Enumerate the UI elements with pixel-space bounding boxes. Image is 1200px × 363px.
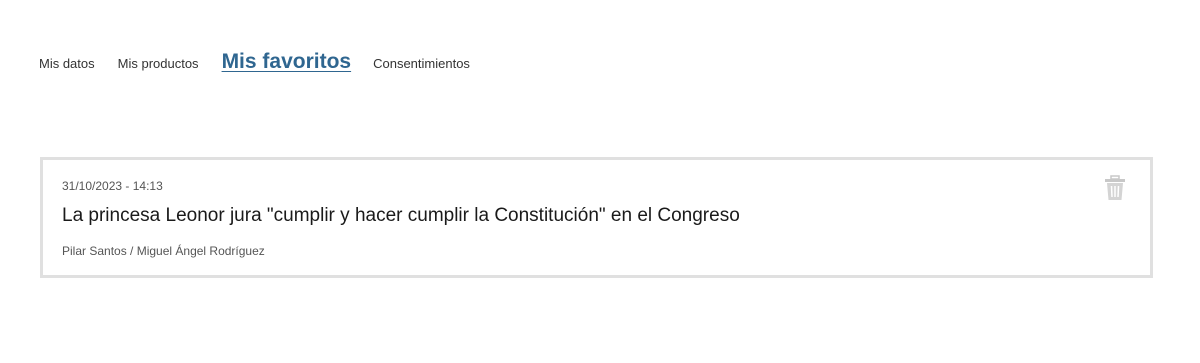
tab-mis-datos[interactable]: Mis datos <box>39 46 95 82</box>
tab-consentimientos[interactable]: Consentimientos <box>373 46 470 82</box>
trash-icon[interactable] <box>1104 175 1126 201</box>
tab-mis-favoritos[interactable]: Mis favoritos <box>222 44 352 80</box>
favorite-authors: Pilar Santos / Miguel Ángel Rodríguez <box>62 244 265 258</box>
tab-mis-productos[interactable]: Mis productos <box>118 46 199 82</box>
account-tabs: Mis datos Mis productos Mis favoritos Co… <box>39 44 493 82</box>
favorite-date: 31/10/2023 - 14:13 <box>62 179 163 193</box>
favorite-item: 31/10/2023 - 14:13 La princesa Leonor ju… <box>40 157 1153 278</box>
favorite-title-link[interactable]: La princesa Leonor jura "cumplir y hacer… <box>62 205 740 227</box>
